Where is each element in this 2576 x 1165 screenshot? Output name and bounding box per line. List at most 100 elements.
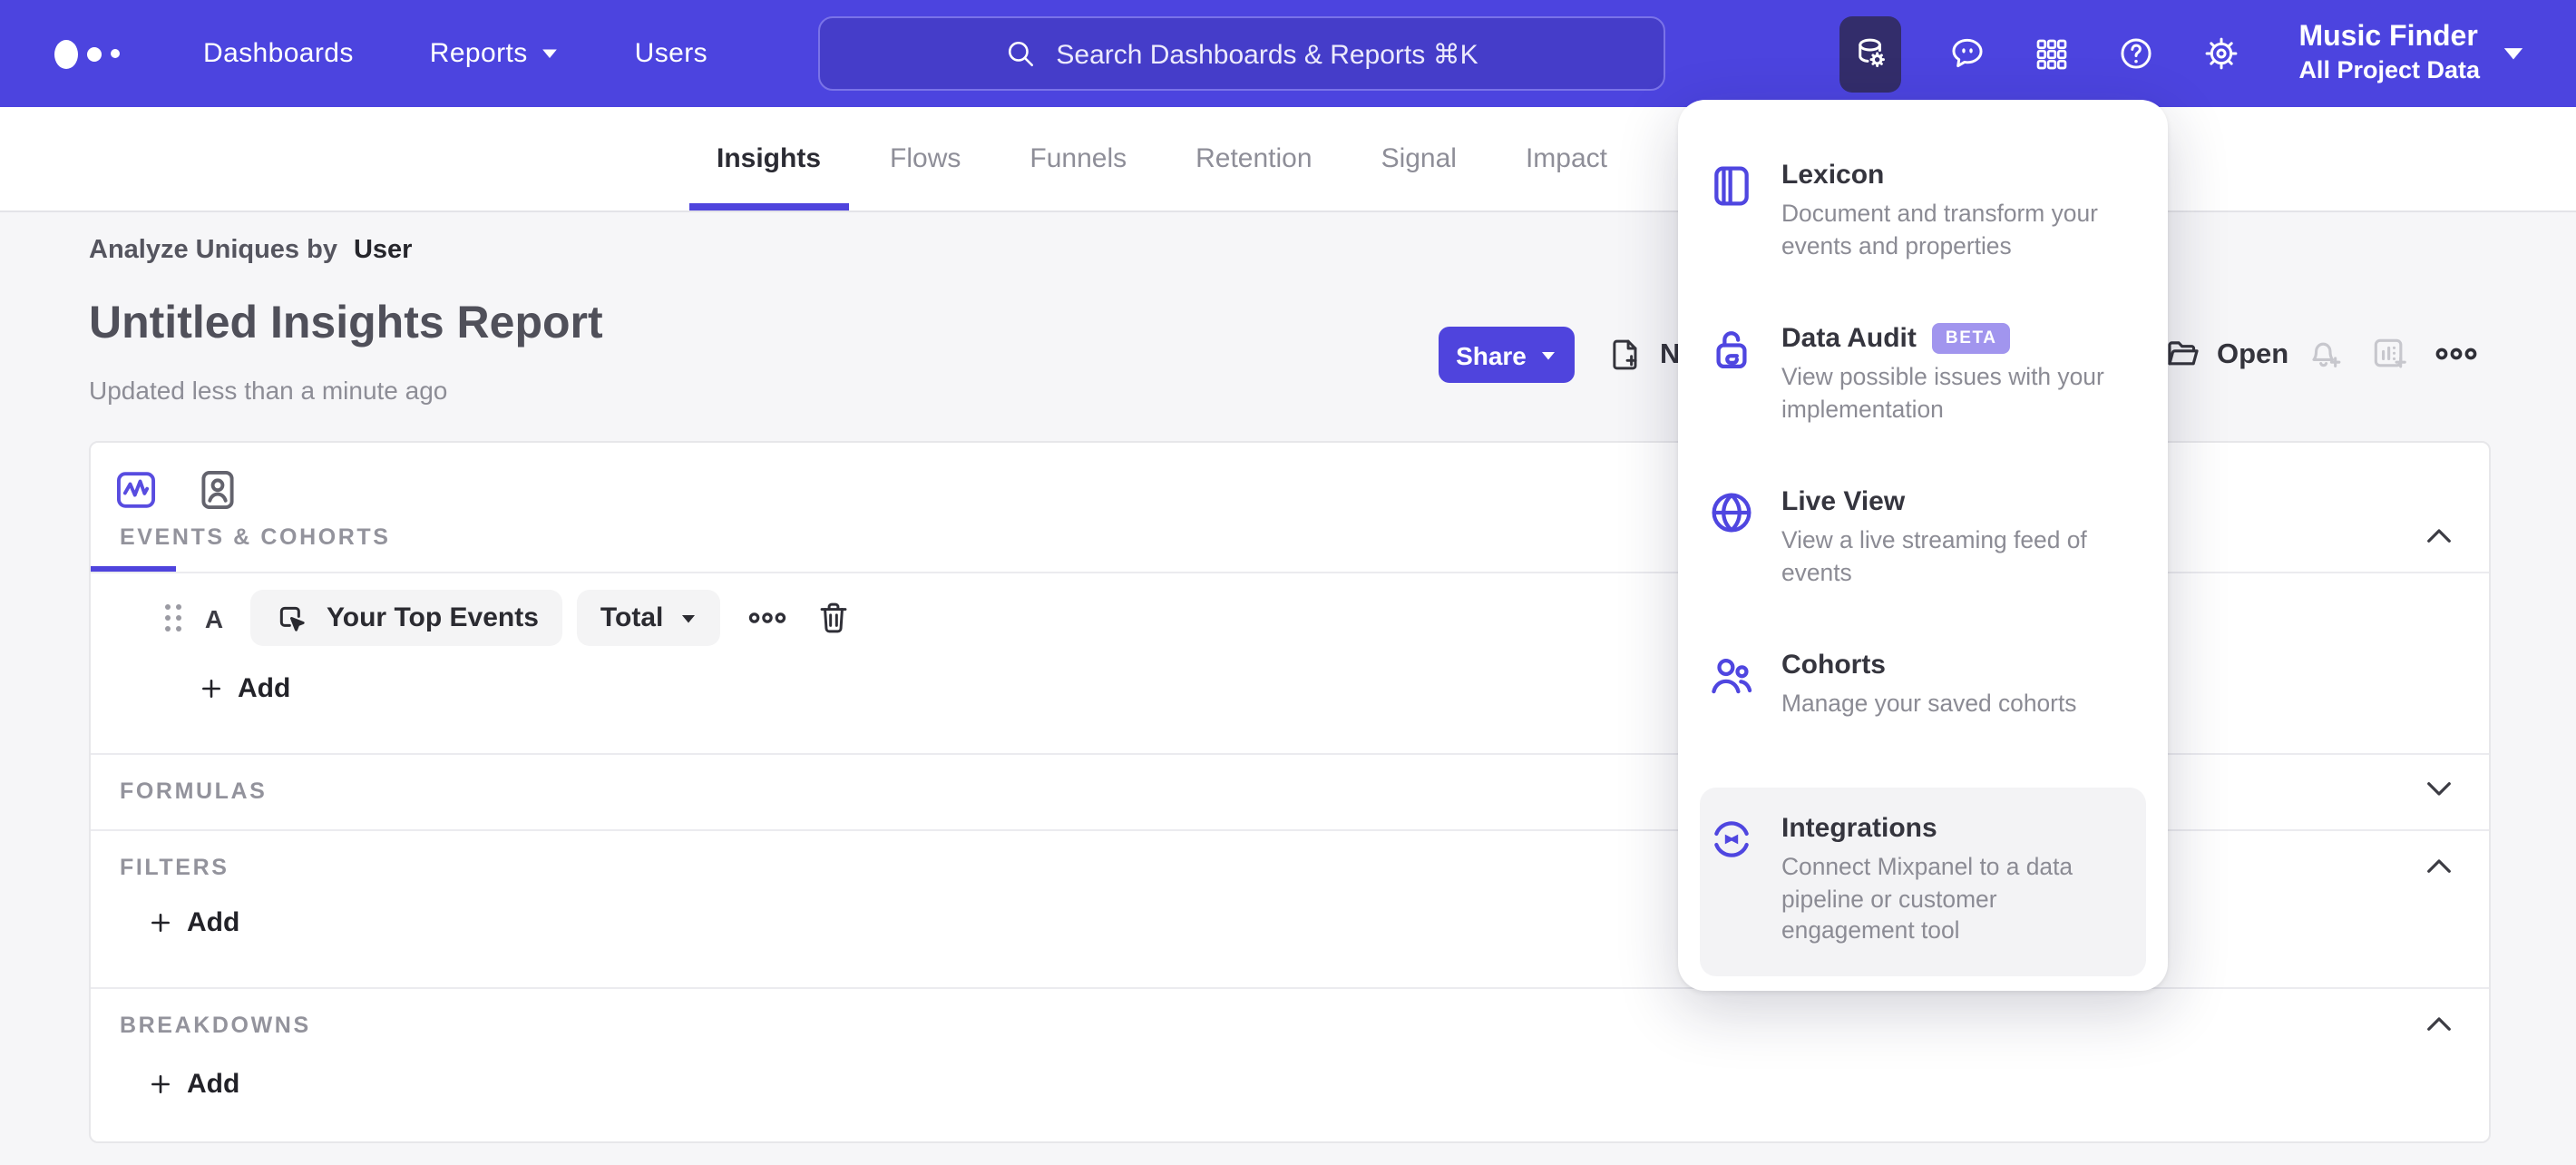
menu-item-lexicon[interactable]: Lexicon Document and transform your even… <box>1678 134 2168 298</box>
logo-dot-medium <box>87 46 102 61</box>
menu-item-data-audit[interactable]: Data Audit BETA View possible issues wit… <box>1678 298 2168 461</box>
tab-funnels[interactable]: Funnels <box>1029 107 1127 210</box>
event-select-button[interactable]: Your Top Events <box>250 590 562 646</box>
tab-insights[interactable]: Insights <box>717 107 821 210</box>
menu-item-live-view[interactable]: Live View View a live streaming feed of … <box>1678 461 2168 624</box>
add-filter-button[interactable]: Add <box>149 907 239 938</box>
help-icon <box>2121 38 2152 69</box>
event-row-letter: A <box>204 603 224 632</box>
search-icon <box>1009 41 1034 67</box>
top-navbar: Dashboards Reports Users Search Dashboar… <box>0 0 2576 107</box>
tab-flows[interactable]: Flows <box>890 107 961 210</box>
formulas-section-label: FORMULAS <box>120 778 268 804</box>
mixpanel-logo[interactable] <box>54 39 120 68</box>
delete-row-button[interactable] <box>814 599 852 637</box>
event-select-label: Your Top Events <box>327 602 539 633</box>
add-breakdown-button[interactable]: Add <box>149 1069 239 1100</box>
data-management-button[interactable] <box>1839 15 1902 92</box>
tab-signal[interactable]: Signal <box>1381 107 1457 210</box>
open-report-label: Open <box>2217 338 2289 369</box>
report-tabstrip: Insights Flows Funnels Retention Signal … <box>0 107 2576 212</box>
tab-impact[interactable]: Impact <box>1526 107 1607 210</box>
menu-item-integrations[interactable]: Integrations Connect Mixpanel to a data … <box>1700 788 2146 976</box>
menu-item-desc: View a live streaming feed of events <box>1781 526 2087 586</box>
project-name: Music Finder <box>2298 22 2478 54</box>
nav-dashboards[interactable]: Dashboards <box>203 38 354 69</box>
beta-badge: BETA <box>1932 323 2010 354</box>
help-button[interactable] <box>2117 34 2155 73</box>
row-more-button[interactable] <box>746 610 786 626</box>
lock-icon <box>1716 331 1747 369</box>
screenshot-viewport: Dashboards Reports Users Search Dashboar… <box>0 0 2576 1165</box>
nav-reports[interactable]: Reports <box>430 38 559 69</box>
analyze-value-selector[interactable]: User <box>354 236 413 265</box>
sync-arrows-icon <box>1714 821 1749 857</box>
project-selector[interactable]: Music Finder All Project Data <box>2298 20 2525 87</box>
add-event-button[interactable]: Add <box>200 673 290 704</box>
mixpanel-app: Dashboards Reports Users Search Dashboar… <box>0 0 2576 1165</box>
feedback-button[interactable] <box>1948 34 1986 73</box>
feedback-bubble-icon <box>1952 38 1983 68</box>
expand-formulas-chevron-down-icon[interactable] <box>2425 780 2453 798</box>
user-card-icon <box>200 469 233 509</box>
menu-item-desc: Connect Mixpanel to a data pipeline or c… <box>1781 853 2073 945</box>
filters-section-label: FILTERS <box>120 855 229 880</box>
people-icon <box>1712 658 1752 694</box>
share-button[interactable]: Share <box>1439 327 1575 383</box>
metric-select-label: Total <box>600 602 664 633</box>
globe-icon <box>1712 493 1751 533</box>
breadcrumb: Analyze Uniques by User <box>89 236 412 265</box>
more-actions-button[interactable] <box>2435 345 2478 363</box>
apps-grid-button[interactable] <box>2034 35 2070 72</box>
collapse-filters-chevron-up-icon[interactable] <box>2425 857 2453 875</box>
tab-impact-label: Impact <box>1525 143 1607 174</box>
nav-users-label: Users <box>634 38 707 69</box>
logo-dot-large <box>54 39 78 68</box>
page-title: Untitled Insights Report <box>89 298 603 348</box>
ellipsis-icon <box>2435 348 2477 360</box>
menu-item-title: Lexicon <box>1781 160 1885 191</box>
navbar-right-controls: Music Finder All Project Data <box>1839 0 2525 107</box>
menu-item-title: Data Audit BETA <box>1781 323 2130 354</box>
plus-icon <box>151 914 170 932</box>
nav-users[interactable]: Users <box>635 38 707 69</box>
menu-item-title: Live View <box>1781 486 1906 517</box>
global-search-input[interactable]: Search Dashboards & Reports ⌘K <box>818 16 1665 91</box>
share-button-label: Share <box>1456 340 1527 369</box>
apps-grid-icon <box>2037 38 2067 69</box>
add-breakdown-label: Add <box>187 1069 240 1100</box>
drag-handle[interactable] <box>163 602 183 633</box>
menu-item-cohorts[interactable]: Cohorts Manage your saved cohorts <box>1678 624 2168 788</box>
logo-dot-small <box>111 49 120 58</box>
open-report-button[interactable]: Open <box>2164 336 2288 374</box>
chevron-down-icon <box>681 613 695 622</box>
plus-icon <box>202 680 220 698</box>
chevron-down-icon <box>1542 350 1556 359</box>
breakdowns-section-label: BREAKDOWNS <box>120 1013 311 1038</box>
file-plus-icon <box>1613 339 1637 370</box>
updated-timestamp: Updated less than a minute ago <box>89 376 448 405</box>
tab-funnels-label: Funnels <box>1029 143 1127 174</box>
add-to-board-button[interactable] <box>2369 334 2409 374</box>
search-placeholder: Search Dashboards & Reports ⌘K <box>1056 39 1478 70</box>
add-filter-label: Add <box>187 907 240 938</box>
tab-retention-label: Retention <box>1195 143 1312 174</box>
collapse-events-chevron-up-icon[interactable] <box>2425 526 2453 544</box>
settings-button[interactable] <box>2202 34 2240 73</box>
gear-icon <box>2206 37 2238 70</box>
menu-item-desc: Manage your saved cohorts <box>1781 690 2077 717</box>
bell-plus-icon <box>2312 342 2341 367</box>
chart-plus-icon <box>2374 338 2406 368</box>
metric-select-button[interactable]: Total <box>576 590 720 646</box>
add-event-label: Add <box>238 673 291 704</box>
menu-item-title: Integrations <box>1781 813 1937 844</box>
event-cursor-icon <box>279 605 305 631</box>
users-view-tab[interactable] <box>192 465 241 514</box>
add-alert-button[interactable] <box>2304 334 2344 374</box>
tab-retention[interactable]: Retention <box>1195 107 1312 210</box>
insights-view-tab[interactable] <box>111 465 160 514</box>
nav-reports-label: Reports <box>429 38 528 69</box>
collapse-breakdowns-chevron-up-icon[interactable] <box>2425 1014 2453 1033</box>
primary-nav: Dashboards Reports Users <box>203 38 707 69</box>
pulse-chart-icon <box>115 471 155 507</box>
